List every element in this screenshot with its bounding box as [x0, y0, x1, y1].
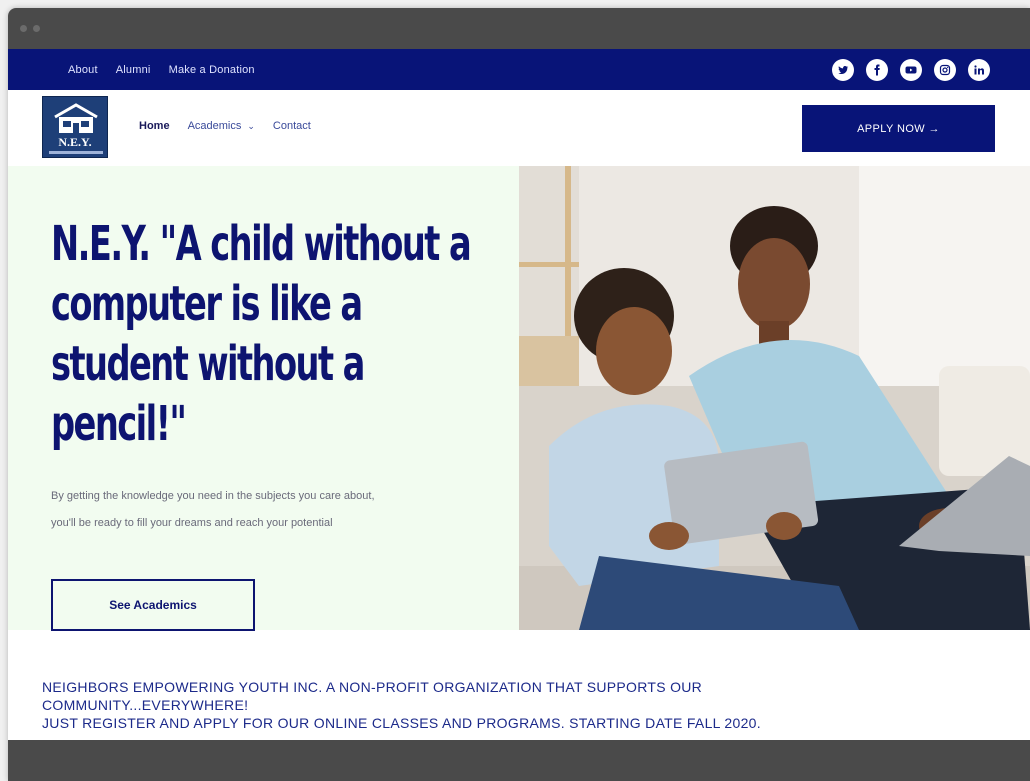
announcement-line: JUST REGISTER AND APPLY FOR OUR ONLINE C…: [42, 715, 761, 731]
twitter-icon[interactable]: [832, 58, 854, 81]
ney-logo[interactable]: N.E.Y.: [42, 96, 108, 158]
instagram-icon[interactable]: [934, 58, 956, 81]
top-link-alumni[interactable]: Alumni: [116, 64, 151, 76]
hero-description: By getting the knowledge you need in the…: [51, 490, 375, 529]
family-tablet-photo: [519, 166, 1030, 630]
nav-academics-label: Academics: [187, 120, 242, 132]
nav-home[interactable]: Home: [139, 120, 170, 132]
main-nav: Home Academics ⌄ Contact: [139, 120, 311, 132]
chevron-down-icon: ⌄: [247, 120, 255, 131]
window-dot: [33, 25, 40, 32]
hero-text-panel: N.E.Y. "A child without a computer is li…: [8, 166, 519, 631]
top-bar: About Alumni Make a Donation: [8, 49, 1030, 90]
social-links: [832, 58, 990, 81]
main-navbar: N.E.Y. Home Academics ⌄ Contact APPLY NO…: [8, 90, 1030, 166]
announcement-line: COMMUNITY...EVERYWHERE!: [42, 697, 249, 713]
hero-title: N.E.Y. "A child without a computer is li…: [51, 216, 472, 452]
hero-photo: [519, 166, 1030, 630]
bottom-chrome: [8, 740, 1030, 781]
logo-underline: [49, 151, 103, 154]
top-links: About Alumni Make a Donation: [68, 64, 255, 76]
announcement-line: NEIGHBORS EMPOWERING YOUTH INC. A NON-PR…: [42, 679, 703, 695]
browser-frame: About Alumni Make a Donation N.E.Y. Home…: [8, 8, 1030, 781]
top-link-about[interactable]: About: [68, 64, 98, 76]
see-academics-button[interactable]: See Academics: [51, 579, 255, 631]
nav-academics[interactable]: Academics ⌄: [188, 120, 255, 132]
house-icon: [54, 103, 98, 133]
youtube-icon[interactable]: [900, 58, 922, 81]
top-link-donation[interactable]: Make a Donation: [169, 64, 255, 76]
window-dot: [20, 25, 27, 32]
linkedin-icon[interactable]: [968, 58, 990, 81]
window-chrome: [8, 8, 1030, 49]
nav-contact[interactable]: Contact: [273, 120, 311, 132]
apply-now-button[interactable]: APPLY NOW →: [802, 105, 995, 152]
facebook-icon[interactable]: [866, 58, 888, 81]
announcement-text: NEIGHBORS EMPOWERING YOUTH INC. A NON-PR…: [42, 678, 942, 732]
logo-text: N.E.Y.: [58, 135, 92, 149]
